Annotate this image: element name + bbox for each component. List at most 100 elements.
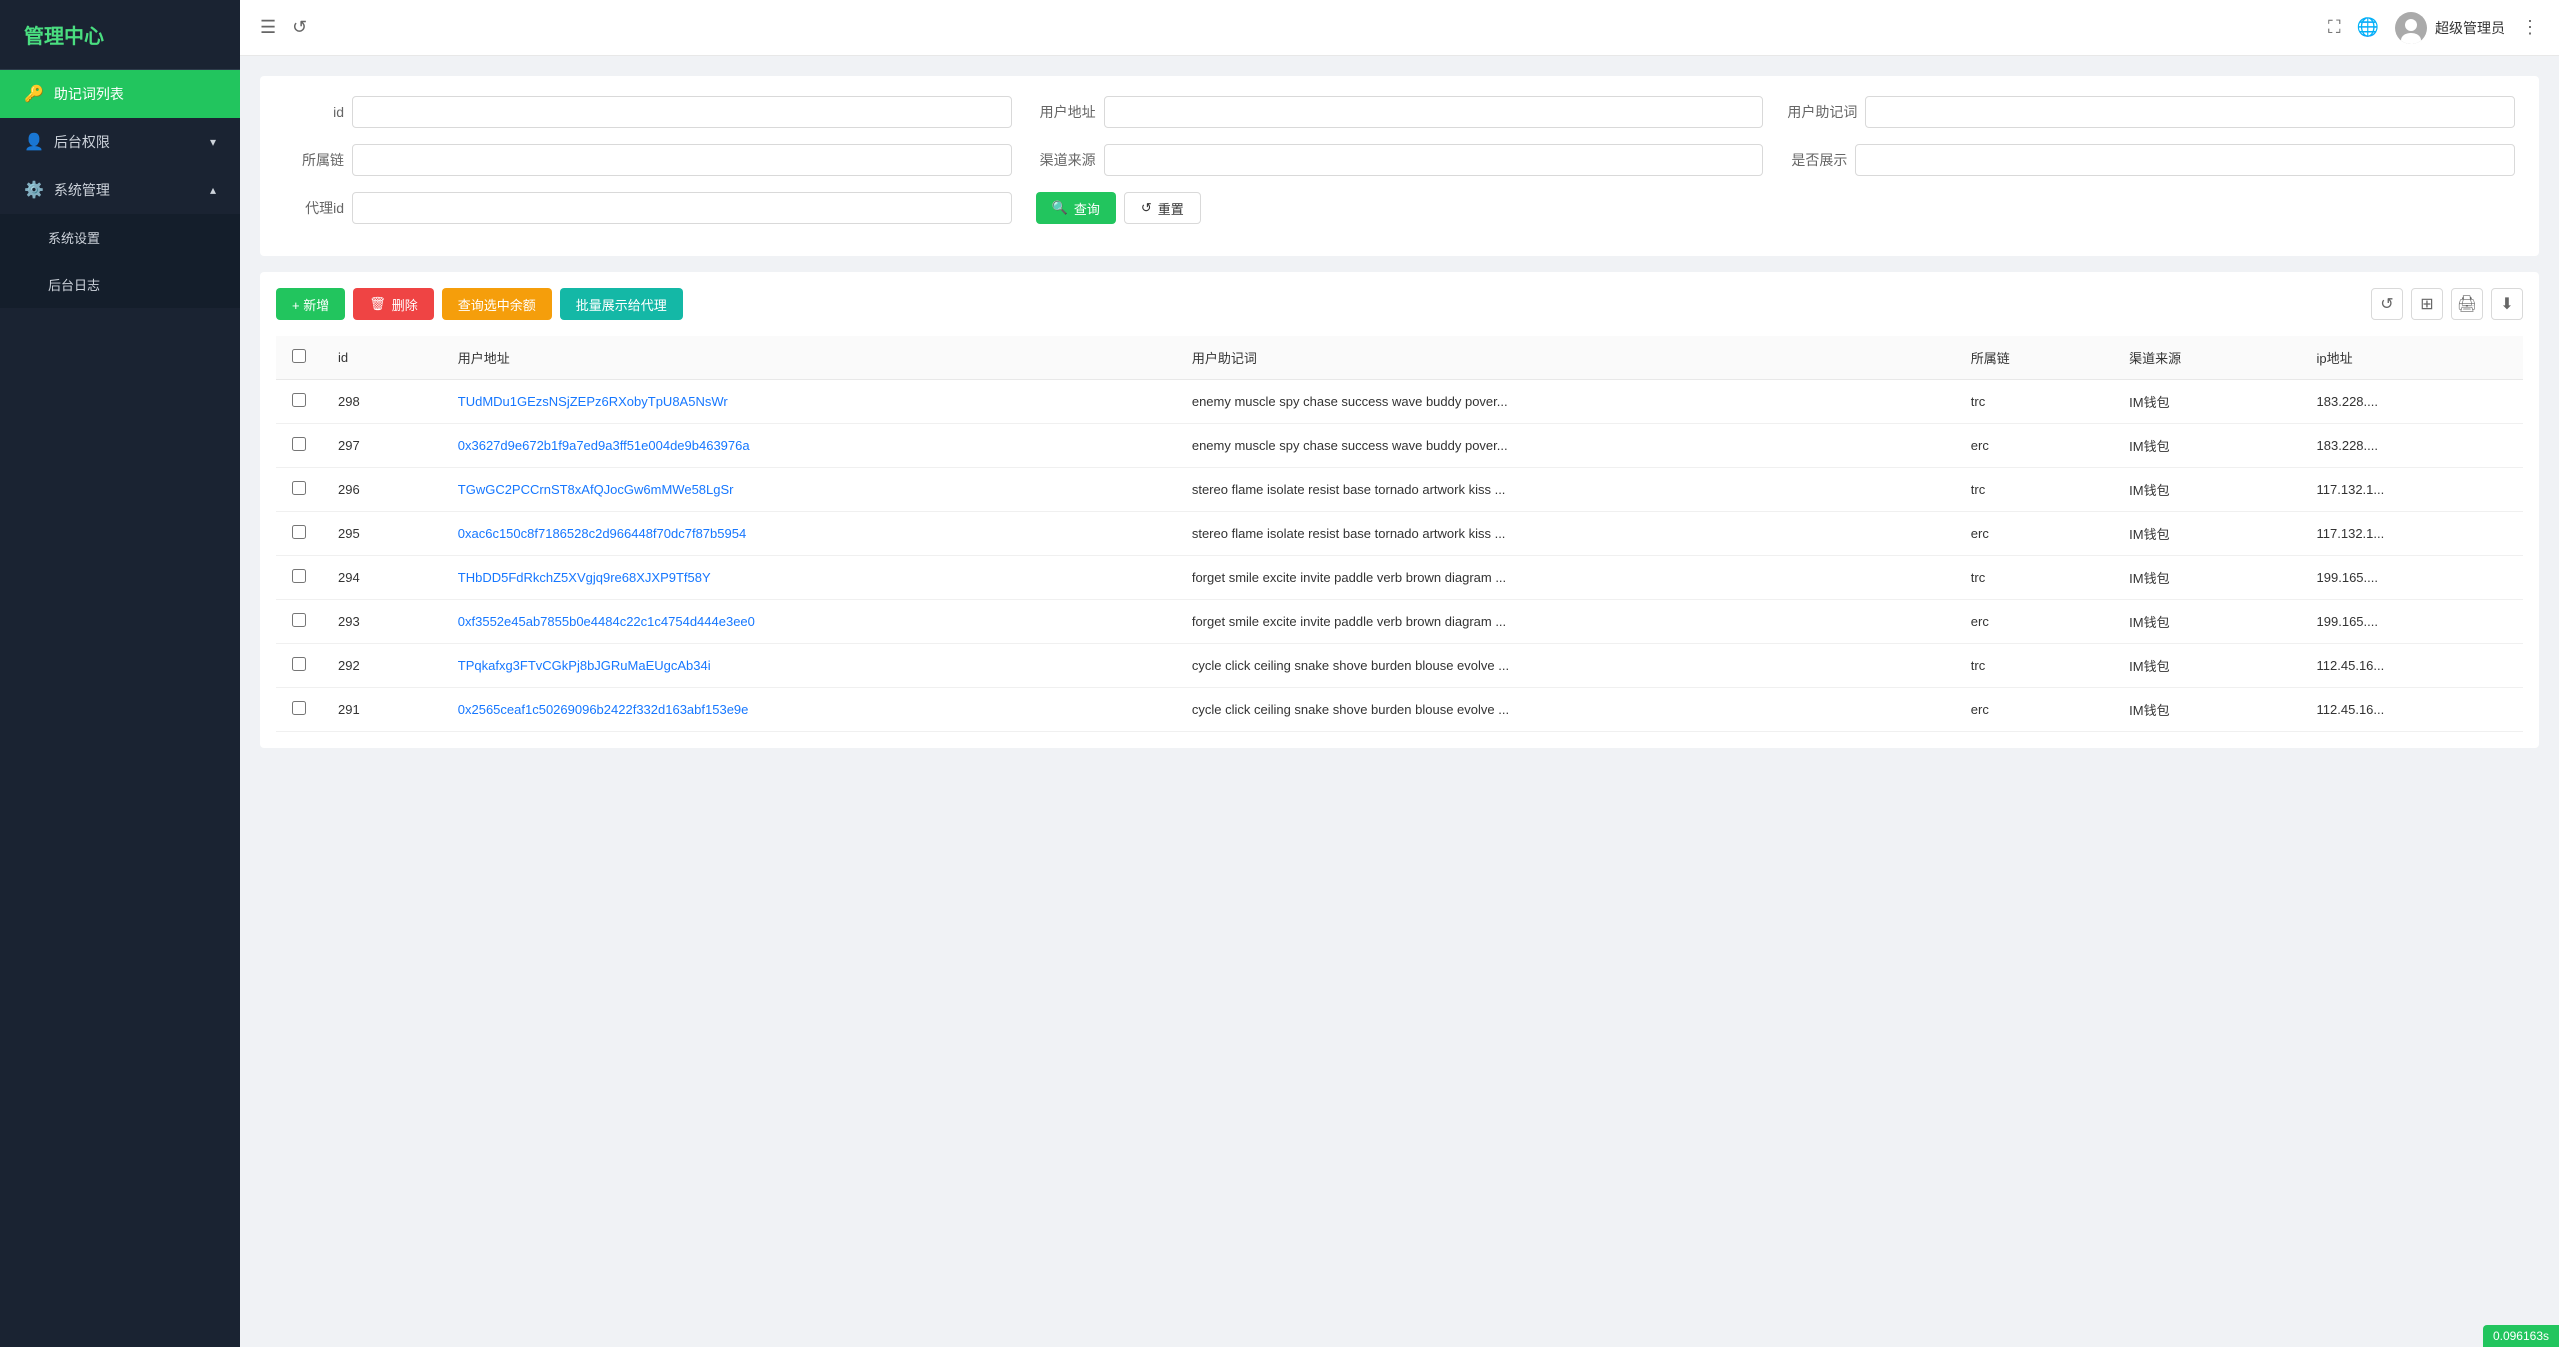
table-export-button[interactable]: ⬇: [2491, 288, 2523, 320]
sidebar-item-system-management[interactable]: ⚙️ 系统管理 ▴: [0, 166, 240, 214]
row-checkbox[interactable]: [292, 525, 306, 539]
filter-user-mnemonic-label: 用户助记词: [1787, 102, 1857, 122]
header-left: ☰ ↺: [260, 17, 307, 38]
add-button[interactable]: + 新增: [276, 288, 345, 320]
table-refresh-button[interactable]: ↺: [2371, 288, 2403, 320]
filter-grid: id 用户地址 用户助记词 所属链 渠道来源: [284, 96, 2515, 224]
table-row: 291 0x2565ceaf1c50269096b2422f332d163abf…: [276, 688, 2523, 732]
search-icon: 🔍: [1052, 200, 1068, 216]
user-address-link[interactable]: 0xac6c150c8f7186528c2d966448f70dc7f87b59…: [458, 526, 746, 541]
sidebar-item-mnemonic-list[interactable]: 🔑 助记词列表: [0, 70, 240, 118]
row-checkbox[interactable]: [292, 613, 306, 627]
row-ip: 112.45.16...: [2301, 644, 2523, 688]
filter-user-address-input[interactable]: [1104, 96, 1764, 128]
search-button[interactable]: 🔍 查询: [1036, 192, 1116, 224]
header-right: ⛶ 🌐 超级管理员 ⋮: [2328, 12, 2539, 44]
row-chain: trc: [1955, 644, 2113, 688]
user-address-link[interactable]: 0x3627d9e672b1f9a7ed9a3ff51e004de9b46397…: [458, 438, 750, 453]
row-user-address: TGwGC2PCCrnST8xAfQJocGw6mMWe58LgSr: [442, 468, 1176, 512]
table-body: 298 TUdMDu1GEzsNSjZEPz6RXobyTpU8A5NsWr e…: [276, 380, 2523, 732]
query-balance-button[interactable]: 查询选中余额: [442, 288, 552, 320]
row-user-address: 0x3627d9e672b1f9a7ed9a3ff51e004de9b46397…: [442, 424, 1176, 468]
row-user-mnemonic: forget smile excite invite paddle verb b…: [1176, 600, 1955, 644]
main-content: ☰ ↺ ⛶ 🌐 超级管理员 ⋮: [240, 0, 2559, 1347]
filter-chain-input[interactable]: [352, 144, 1012, 176]
globe-icon[interactable]: 🌐: [2357, 17, 2379, 38]
row-checkbox[interactable]: [292, 657, 306, 671]
user-address-link[interactable]: TGwGC2PCCrnST8xAfQJocGw6mMWe58LgSr: [458, 482, 734, 497]
table-row: 295 0xac6c150c8f7186528c2d966448f70dc7f8…: [276, 512, 2523, 556]
row-checkbox[interactable]: [292, 481, 306, 495]
filter-id-label: id: [284, 104, 344, 120]
sidebar-item-backend-permissions[interactable]: 👤 后台权限 ▾: [0, 118, 240, 166]
user-address-link[interactable]: THbDD5FdRkchZ5XVgjq9re68XJXP9Tf58Y: [458, 570, 711, 585]
filter-user-address-row: 用户地址: [1036, 96, 1764, 128]
content-area: id 用户地址 用户助记词 所属链 渠道来源: [240, 56, 2559, 1347]
chevron-up-icon: ▴: [210, 183, 216, 197]
row-chain: trc: [1955, 556, 2113, 600]
th-ip: ip地址: [2301, 336, 2523, 380]
fullscreen-icon[interactable]: ⛶: [2328, 17, 2341, 38]
th-user-mnemonic: 用户助记词: [1176, 336, 1955, 380]
row-user-mnemonic: cycle click ceiling snake shove burden b…: [1176, 688, 1955, 732]
row-ip: 183.228....: [2301, 424, 2523, 468]
refresh-icon[interactable]: ↺: [292, 17, 307, 38]
filter-id-input[interactable]: [352, 96, 1012, 128]
table-row: 293 0xf3552e45ab7855b0e4484c22c1c4754d44…: [276, 600, 2523, 644]
sidebar-logo: 管理中心: [0, 0, 240, 70]
user-address-link[interactable]: TUdMDu1GEzsNSjZEPz6RXobyTpU8A5NsWr: [458, 394, 728, 409]
row-checkbox-cell: [276, 644, 322, 688]
table-toolbar: + 新增 🗑 删除 查询选中余额 批量展示给代理 ↺ ⊞ 🖨 ⬇: [276, 288, 2523, 320]
row-checkbox-cell: [276, 468, 322, 512]
row-channel: IM钱包: [2113, 424, 2300, 468]
row-user-address: TPqkafxg3FTvCGkPj8bJGRuMaEUgcAb34i: [442, 644, 1176, 688]
row-checkbox[interactable]: [292, 701, 306, 715]
table-layout-button[interactable]: ⊞: [2411, 288, 2443, 320]
user-address-link[interactable]: 0x2565ceaf1c50269096b2422f332d163abf153e…: [458, 702, 749, 717]
select-all-checkbox[interactable]: [292, 349, 306, 363]
user-address-link[interactable]: 0xf3552e45ab7855b0e4484c22c1c4754d444e3e…: [458, 614, 755, 629]
filter-chain-row: 所属链: [284, 144, 1012, 176]
row-id: 292: [322, 644, 442, 688]
filter-agent-id-input[interactable]: [352, 192, 1012, 224]
filter-actions-row: 🔍 查询 ↺ 重置: [1036, 192, 1764, 224]
sidebar-item-label: 后台日志: [48, 275, 100, 294]
sidebar-item-backend-log[interactable]: 后台日志: [0, 261, 240, 308]
row-checkbox[interactable]: [292, 569, 306, 583]
row-checkbox[interactable]: [292, 393, 306, 407]
user-address-link[interactable]: TPqkafxg3FTvCGkPj8bJGRuMaEUgcAb34i: [458, 658, 711, 673]
filter-id-row: id: [284, 96, 1012, 128]
table-row: 292 TPqkafxg3FTvCGkPj8bJGRuMaEUgcAb34i c…: [276, 644, 2523, 688]
table-print-button[interactable]: 🖨: [2451, 288, 2483, 320]
more-icon[interactable]: ⋮: [2521, 17, 2539, 38]
row-checkbox[interactable]: [292, 437, 306, 451]
row-ip: 117.132.1...: [2301, 468, 2523, 512]
row-user-mnemonic: stereo flame isolate resist base tornado…: [1176, 468, 1955, 512]
row-channel: IM钱包: [2113, 556, 2300, 600]
row-ip: 117.132.1...: [2301, 512, 2523, 556]
filter-user-mnemonic-input[interactable]: [1865, 96, 2515, 128]
user-icon: 👤: [24, 132, 44, 152]
filter-card: id 用户地址 用户助记词 所属链 渠道来源: [260, 76, 2539, 256]
filter-channel-row: 渠道来源: [1036, 144, 1764, 176]
menu-toggle-icon[interactable]: ☰: [260, 17, 276, 38]
row-user-mnemonic: stereo flame isolate resist base tornado…: [1176, 512, 1955, 556]
filter-show-status-input[interactable]: [1855, 144, 2515, 176]
row-chain: erc: [1955, 600, 2113, 644]
delete-button-label: 删除: [392, 295, 418, 314]
header-user[interactable]: 超级管理员: [2395, 12, 2505, 44]
filter-channel-input[interactable]: [1104, 144, 1764, 176]
batch-show-button[interactable]: 批量展示给代理: [560, 288, 683, 320]
row-id: 297: [322, 424, 442, 468]
filter-user-mnemonic-row: 用户助记词: [1787, 96, 2515, 128]
delete-button[interactable]: 🗑 删除: [353, 288, 434, 320]
sidebar-item-system-settings[interactable]: 系统设置: [0, 214, 240, 261]
sidebar-item-label: 后台权限: [54, 132, 110, 152]
row-id: 294: [322, 556, 442, 600]
sidebar-item-label: 助记词列表: [54, 84, 124, 104]
reset-button[interactable]: ↺ 重置: [1124, 192, 1201, 224]
th-user-address: 用户地址: [442, 336, 1176, 380]
chevron-down-icon: ▾: [210, 135, 216, 149]
table-row: 294 THbDD5FdRkchZ5XVgjq9re68XJXP9Tf58Y f…: [276, 556, 2523, 600]
th-id: id: [322, 336, 442, 380]
